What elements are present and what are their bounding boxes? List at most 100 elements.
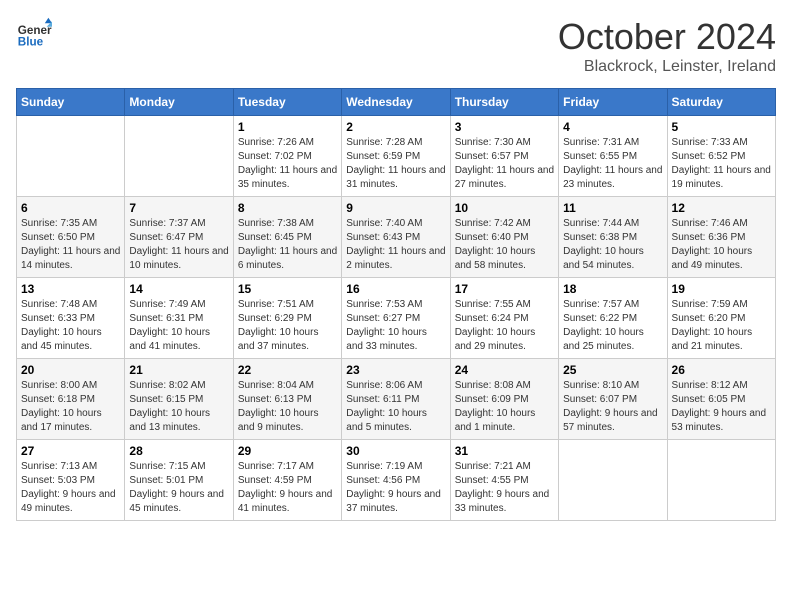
day-number: 17	[455, 282, 554, 296]
calendar-cell: 16 Sunrise: 7:53 AM Sunset: 6:27 PM Dayli…	[342, 278, 450, 359]
day-info: Sunrise: 8:08 AM Sunset: 6:09 PM Dayligh…	[455, 379, 554, 435]
location-subtitle: Blackrock, Leinster, Ireland	[558, 58, 776, 76]
calendar-cell: 10 Sunrise: 7:42 AM Sunset: 6:40 PM Dayli…	[450, 197, 558, 278]
calendar-week-2: 6 Sunrise: 7:35 AM Sunset: 6:50 PM Daylig…	[17, 197, 776, 278]
calendar-cell: 2 Sunrise: 7:28 AM Sunset: 6:59 PM Daylig…	[342, 116, 450, 197]
day-number: 22	[238, 363, 337, 377]
weekday-header-monday: Monday	[125, 89, 233, 116]
calendar-header: SundayMondayTuesdayWednesdayThursdayFrid…	[17, 89, 776, 116]
calendar-cell: 7Sunrise: 7:37 AM Sunset: 6:47 PM Daylig…	[125, 197, 233, 278]
day-number: 30	[346, 444, 445, 458]
day-number: 9	[346, 201, 445, 215]
day-number: 31	[455, 444, 554, 458]
day-number: 21	[129, 363, 228, 377]
calendar-cell: 28 Sunrise: 7:15 AM Sunset: 5:01 PM Dayli…	[125, 440, 233, 521]
calendar-cell: 18Sunrise: 7:57 AM Sunset: 6:22 PM Dayli…	[559, 278, 667, 359]
day-info: Sunrise: 8:06 AM Sunset: 6:11 PM Dayligh…	[346, 379, 445, 435]
calendar-cell: 27Sunrise: 7:13 AM Sunset: 5:03 PM Dayli…	[17, 440, 125, 521]
calendar-cell: 22 Sunrise: 8:04 AM Sunset: 6:13 PM Dayli…	[233, 359, 341, 440]
calendar-cell: 30 Sunrise: 7:19 AM Sunset: 4:56 PM Dayli…	[342, 440, 450, 521]
calendar-cell: 1 Sunrise: 7:26 AM Sunset: 7:02 PM Daylig…	[233, 116, 341, 197]
day-info: Sunrise: 7:48 AM Sunset: 6:33 PM Dayligh…	[21, 298, 120, 354]
calendar-cell	[559, 440, 667, 521]
day-number: 23	[346, 363, 445, 377]
day-info: Sunrise: 8:04 AM Sunset: 6:13 PM Dayligh…	[238, 379, 337, 435]
calendar-cell: 15 Sunrise: 7:51 AM Sunset: 6:29 PM Dayli…	[233, 278, 341, 359]
day-info: Sunrise: 8:02 AM Sunset: 6:15 PM Dayligh…	[129, 379, 228, 435]
calendar-week-1: 1 Sunrise: 7:26 AM Sunset: 7:02 PM Daylig…	[17, 116, 776, 197]
day-info: Sunrise: 7:37 AM Sunset: 6:47 PM Dayligh…	[129, 217, 228, 273]
calendar-cell: 13 Sunrise: 7:48 AM Sunset: 6:33 PM Dayli…	[17, 278, 125, 359]
calendar-cell: 3Sunrise: 7:30 AM Sunset: 6:57 PM Daylig…	[450, 116, 558, 197]
weekday-header-friday: Friday	[559, 89, 667, 116]
day-number: 15	[238, 282, 337, 296]
weekday-header-row: SundayMondayTuesdayWednesdayThursdayFrid…	[17, 89, 776, 116]
calendar-cell: 31 Sunrise: 7:21 AM Sunset: 4:55 PM Dayli…	[450, 440, 558, 521]
day-number: 26	[672, 363, 771, 377]
svg-text:Blue: Blue	[18, 36, 44, 49]
day-number: 10	[455, 201, 554, 215]
day-info: Sunrise: 7:31 AM Sunset: 6:55 PM Dayligh…	[563, 136, 662, 192]
day-info: Sunrise: 7:42 AM Sunset: 6:40 PM Dayligh…	[455, 217, 554, 273]
day-info: Sunrise: 7:53 AM Sunset: 6:27 PM Dayligh…	[346, 298, 445, 354]
day-number: 13	[21, 282, 120, 296]
day-number: 24	[455, 363, 554, 377]
calendar-cell: 14 Sunrise: 7:49 AM Sunset: 6:31 PM Dayli…	[125, 278, 233, 359]
calendar-cell: 11 Sunrise: 7:44 AM Sunset: 6:38 PM Dayli…	[559, 197, 667, 278]
day-info: Sunrise: 7:26 AM Sunset: 7:02 PM Dayligh…	[238, 136, 337, 192]
calendar-cell: 6 Sunrise: 7:35 AM Sunset: 6:50 PM Daylig…	[17, 197, 125, 278]
day-info: Sunrise: 7:57 AM Sunset: 6:22 PM Dayligh…	[563, 298, 662, 354]
day-info: Sunrise: 8:12 AM Sunset: 6:05 PM Dayligh…	[672, 379, 771, 435]
page-header: General Blue October 2024 Blackrock, Lei…	[16, 16, 776, 76]
calendar-cell	[125, 116, 233, 197]
title-block: October 2024 Blackrock, Leinster, Irelan…	[558, 16, 776, 76]
calendar-cell: 20 Sunrise: 8:00 AM Sunset: 6:18 PM Dayli…	[17, 359, 125, 440]
day-number: 1	[238, 120, 337, 134]
day-info: Sunrise: 7:33 AM Sunset: 6:52 PM Dayligh…	[672, 136, 771, 192]
logo-icon: General Blue	[16, 16, 52, 52]
logo: General Blue	[16, 16, 56, 52]
day-number: 11	[563, 201, 662, 215]
calendar-cell: 4 Sunrise: 7:31 AM Sunset: 6:55 PM Daylig…	[559, 116, 667, 197]
month-title: October 2024	[558, 16, 776, 58]
day-info: Sunrise: 7:35 AM Sunset: 6:50 PM Dayligh…	[21, 217, 120, 273]
calendar-week-5: 27Sunrise: 7:13 AM Sunset: 5:03 PM Dayli…	[17, 440, 776, 521]
calendar-week-4: 20 Sunrise: 8:00 AM Sunset: 6:18 PM Dayli…	[17, 359, 776, 440]
weekday-header-saturday: Saturday	[667, 89, 775, 116]
weekday-header-tuesday: Tuesday	[233, 89, 341, 116]
day-info: Sunrise: 7:28 AM Sunset: 6:59 PM Dayligh…	[346, 136, 445, 192]
day-number: 16	[346, 282, 445, 296]
calendar-cell: 25Sunrise: 8:10 AM Sunset: 6:07 PM Dayli…	[559, 359, 667, 440]
calendar-body: 1 Sunrise: 7:26 AM Sunset: 7:02 PM Daylig…	[17, 116, 776, 521]
day-info: Sunrise: 7:44 AM Sunset: 6:38 PM Dayligh…	[563, 217, 662, 273]
calendar-cell: 8Sunrise: 7:38 AM Sunset: 6:45 PM Daylig…	[233, 197, 341, 278]
day-info: Sunrise: 7:59 AM Sunset: 6:20 PM Dayligh…	[672, 298, 771, 354]
day-number: 14	[129, 282, 228, 296]
day-info: Sunrise: 7:19 AM Sunset: 4:56 PM Dayligh…	[346, 460, 445, 516]
calendar-cell	[667, 440, 775, 521]
day-number: 6	[21, 201, 120, 215]
calendar-cell: 19Sunrise: 7:59 AM Sunset: 6:20 PM Dayli…	[667, 278, 775, 359]
calendar-cell: 5 Sunrise: 7:33 AM Sunset: 6:52 PM Daylig…	[667, 116, 775, 197]
day-info: Sunrise: 7:17 AM Sunset: 4:59 PM Dayligh…	[238, 460, 337, 516]
day-info: Sunrise: 8:00 AM Sunset: 6:18 PM Dayligh…	[21, 379, 120, 435]
weekday-header-wednesday: Wednesday	[342, 89, 450, 116]
day-number: 20	[21, 363, 120, 377]
day-number: 4	[563, 120, 662, 134]
day-info: Sunrise: 7:51 AM Sunset: 6:29 PM Dayligh…	[238, 298, 337, 354]
day-info: Sunrise: 7:15 AM Sunset: 5:01 PM Dayligh…	[129, 460, 228, 516]
day-number: 2	[346, 120, 445, 134]
day-number: 28	[129, 444, 228, 458]
day-info: Sunrise: 7:49 AM Sunset: 6:31 PM Dayligh…	[129, 298, 228, 354]
calendar-cell: 21 Sunrise: 8:02 AM Sunset: 6:15 PM Dayli…	[125, 359, 233, 440]
calendar-cell: 23 Sunrise: 8:06 AM Sunset: 6:11 PM Dayli…	[342, 359, 450, 440]
calendar-cell: 12Sunrise: 7:46 AM Sunset: 6:36 PM Dayli…	[667, 197, 775, 278]
calendar-week-3: 13 Sunrise: 7:48 AM Sunset: 6:33 PM Dayli…	[17, 278, 776, 359]
day-info: Sunrise: 8:10 AM Sunset: 6:07 PM Dayligh…	[563, 379, 662, 435]
day-info: Sunrise: 7:13 AM Sunset: 5:03 PM Dayligh…	[21, 460, 120, 516]
calendar-table: SundayMondayTuesdayWednesdayThursdayFrid…	[16, 88, 776, 521]
day-number: 12	[672, 201, 771, 215]
day-info: Sunrise: 7:21 AM Sunset: 4:55 PM Dayligh…	[455, 460, 554, 516]
calendar-cell: 29Sunrise: 7:17 AM Sunset: 4:59 PM Dayli…	[233, 440, 341, 521]
day-number: 5	[672, 120, 771, 134]
